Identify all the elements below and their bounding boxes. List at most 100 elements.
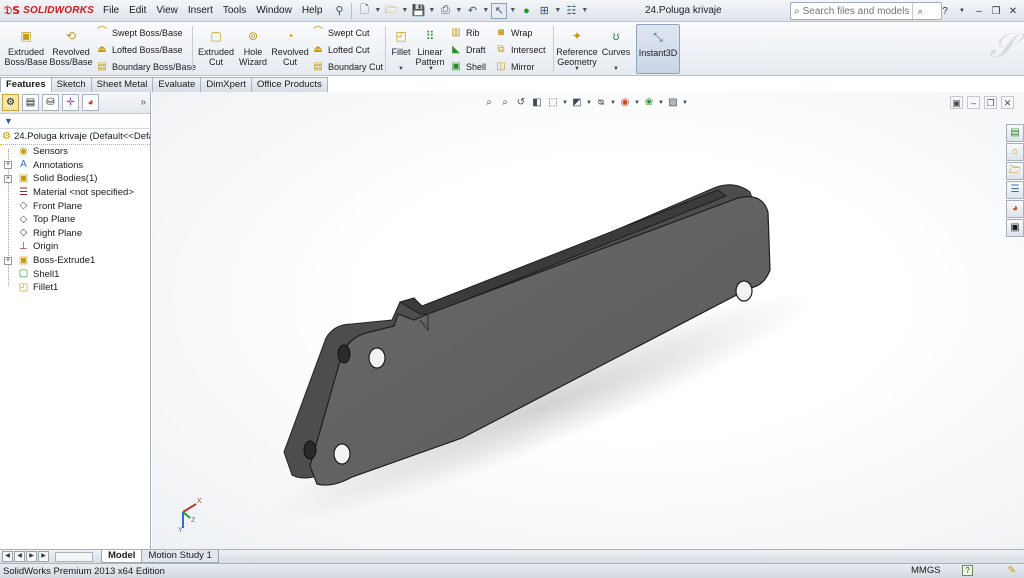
chevron-down-icon[interactable]: ▼ — [509, 7, 516, 14]
solidworks-logo[interactable]: 𝔇S SOLIDWORKS — [0, 0, 98, 22]
tab-office-products[interactable]: Office Products — [250, 77, 328, 92]
chevron-down-icon[interactable]: ▼ — [554, 7, 561, 14]
chevron-down-icon[interactable]: ▼ — [613, 66, 619, 72]
draft-button[interactable]: ◣ Draft — [449, 42, 485, 58]
revolved-cut-button[interactable]: ◔ Revolved Cut — [270, 24, 310, 67]
first-tab-icon[interactable]: ◀ — [2, 551, 13, 562]
menu-tools[interactable]: Tools — [218, 0, 251, 22]
chevron-down-icon[interactable]: ▼ — [955, 4, 969, 18]
tree-item-sensors[interactable]: ◉ Sensors — [0, 145, 150, 159]
next-tab-icon[interactable]: ▶ — [26, 551, 37, 562]
revolved-boss-button[interactable]: ⟲ Revolved Boss/Base — [49, 24, 92, 67]
tab-sheet-metal[interactable]: Sheet Metal — [90, 77, 154, 92]
select-arrow-icon[interactable]: ↖ — [491, 2, 508, 19]
file-properties-icon[interactable]: ⊞ — [536, 3, 552, 19]
filter-icon[interactable]: ▼ — [4, 116, 13, 126]
tab-evaluate[interactable]: Evaluate — [152, 77, 202, 92]
mirror-button[interactable]: ◫ Mirror — [494, 59, 534, 75]
part-model-3d[interactable] — [152, 92, 1024, 549]
instant3d-button[interactable]: ⤡ Instant3D — [636, 24, 680, 74]
expand-icon[interactable]: + — [4, 161, 12, 170]
curves-button[interactable]: ʊ Curves — [600, 24, 632, 57]
configuration-manager-tab-icon[interactable]: ⛁ — [42, 94, 59, 111]
expand-icon[interactable]: + — [4, 174, 12, 183]
intersect-button[interactable]: ⧉ Intersect — [494, 42, 545, 58]
swept-cut-button[interactable]: ⌒ Swept Cut — [311, 25, 370, 41]
menu-view[interactable]: View — [151, 0, 183, 22]
restore-icon[interactable]: ❐ — [989, 4, 1003, 18]
tab-features[interactable]: Features — [0, 77, 52, 92]
menu-insert[interactable]: Insert — [183, 0, 218, 22]
boundary-cut-button[interactable]: ▤ Boundary Cut — [311, 59, 383, 75]
feature-manager-tab-icon[interactable]: ⚙ — [2, 94, 19, 111]
tree-item-top-plane[interactable]: ◇ Top Plane — [0, 213, 150, 227]
tab-sketch[interactable]: Sketch — [50, 77, 92, 92]
tab-dimxpert[interactable]: DimXpert — [200, 77, 252, 92]
shell-button[interactable]: ▣ Shell — [449, 59, 486, 75]
graphics-area[interactable]: ⌕ ⌕ ↺ ◧ ⬚ ▼ ◩ ▼ ᴓ ▼ ◉ ▼ ❀ ▼ ▨ ▼ ▣ – ❐ ✕ — [152, 92, 1024, 549]
chevron-down-icon[interactable]: ▼ — [428, 66, 434, 72]
undo-icon[interactable]: ↶ — [464, 3, 480, 19]
pin-icon[interactable]: ⚲ — [331, 3, 347, 19]
reference-geometry-button[interactable]: ✦ Reference Geometry — [556, 24, 598, 67]
extruded-cut-button[interactable]: ▢ Extruded Cut — [196, 24, 236, 67]
tree-item-fillet1[interactable]: ◰ Fillet1 — [0, 281, 150, 295]
tree-root-part[interactable]: ⚙ 24.Poluga krivaje (Default<<Defa — [0, 129, 150, 145]
menu-window[interactable]: Window — [251, 0, 297, 22]
linear-pattern-button[interactable]: ⠿ Linear Pattern — [414, 24, 446, 67]
swept-boss-button[interactable]: ⌒ Swept Boss/Base — [95, 25, 183, 41]
previous-tab-icon[interactable]: ◀ — [14, 551, 25, 562]
tree-item-front-plane[interactable]: ◇ Front Plane — [0, 199, 150, 213]
rebuild-traffic-light-icon[interactable]: ● — [518, 3, 534, 19]
last-tab-icon[interactable]: ▶ — [38, 551, 49, 562]
dimxpert-manager-tab-icon[interactable]: ✛ — [62, 94, 79, 111]
help-icon[interactable]: ? — [938, 4, 952, 18]
chevron-down-icon[interactable]: ▼ — [401, 7, 408, 14]
close-icon[interactable]: ✕ — [1006, 4, 1020, 18]
wrap-button[interactable]: ◙ Wrap — [494, 25, 532, 41]
rib-button[interactable]: ▥ Rib — [449, 25, 479, 41]
chevron-right-icon[interactable]: » — [140, 97, 146, 108]
fillet-button[interactable]: ◰ Fillet — [388, 24, 414, 57]
filter-row[interactable]: ▼ — [0, 114, 150, 129]
design-library-icon[interactable]: 🗁 — [1006, 162, 1024, 180]
tree-item-shell1[interactable]: ▢ Shell1 — [0, 267, 150, 281]
rebuild-status-icon[interactable]: ✎ — [1008, 565, 1016, 576]
tree-item-right-plane[interactable]: ◇ Right Plane — [0, 227, 150, 241]
home-icon[interactable]: ⌂ — [1006, 143, 1024, 161]
appearances-icon[interactable]: ◕ — [1006, 200, 1024, 218]
tree-item-solid-bodies-1[interactable]: + ▣ Solid Bodies(1) — [0, 172, 150, 186]
display-manager-tab-icon[interactable]: ◕ — [82, 94, 99, 111]
chevron-down-icon[interactable]: ▼ — [482, 7, 489, 14]
chevron-down-icon[interactable]: ▼ — [581, 7, 588, 14]
solidworks-resources-icon[interactable]: ▤ — [1006, 124, 1024, 142]
horizontal-scrollbar[interactable] — [55, 551, 93, 562]
chevron-down-icon[interactable]: ▼ — [374, 7, 381, 14]
hole-wizard-button[interactable]: ⊚ Hole Wizard — [236, 24, 270, 67]
tab-motion-study-1[interactable]: Motion Study 1 — [141, 550, 219, 563]
tree-item-boss-extrude1[interactable]: + ▣ Boss-Extrude1 — [0, 254, 150, 268]
save-icon[interactable]: 💾 — [410, 3, 426, 19]
property-manager-tab-icon[interactable]: ▤ — [22, 94, 39, 111]
open-folder-icon[interactable]: 🗁 — [383, 3, 399, 19]
options-icon[interactable]: ☷ — [563, 3, 579, 19]
extruded-boss-button[interactable]: ▣ Extruded Boss/Base — [4, 24, 48, 67]
chevron-down-icon[interactable]: ▼ — [455, 7, 462, 14]
tree-item-annotations[interactable]: + A Annotations — [0, 159, 150, 173]
new-document-icon[interactable]: 🗋 — [356, 3, 372, 19]
menu-help[interactable]: Help — [297, 0, 328, 22]
chevron-down-icon[interactable]: ▼ — [574, 66, 580, 72]
search-input[interactable] — [799, 5, 912, 17]
quick-tips-help-icon[interactable]: ? — [962, 565, 973, 576]
file-explorer-icon[interactable]: ☰ — [1006, 181, 1024, 199]
chevron-down-icon[interactable]: ▼ — [398, 66, 404, 72]
print-icon[interactable]: ⎙ — [437, 3, 453, 19]
boundary-boss-button[interactable]: ▤ Boundary Boss/Base — [95, 59, 196, 75]
custom-properties-icon[interactable]: ▣ — [1006, 219, 1024, 237]
tab-model[interactable]: Model — [101, 550, 143, 563]
search-icon[interactable]: ⌕ — [911, 3, 928, 19]
menu-edit[interactable]: Edit — [124, 0, 151, 22]
expand-icon[interactable]: + — [4, 256, 12, 265]
unit-system[interactable]: MMGS — [911, 564, 941, 578]
chevron-down-icon[interactable]: ▼ — [428, 7, 435, 14]
